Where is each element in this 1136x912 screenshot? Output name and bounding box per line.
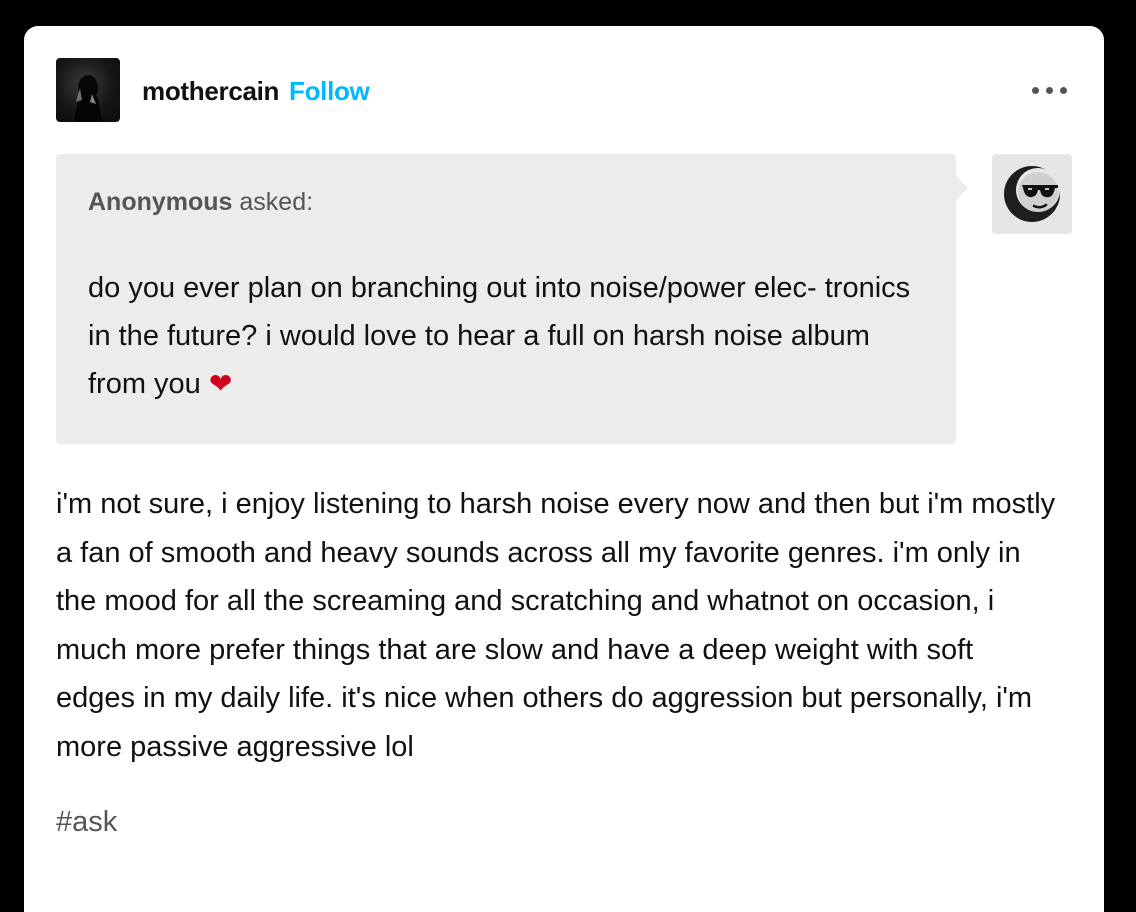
asked-label: asked: [239, 188, 314, 216]
heart-emoji: ❤ [208, 367, 233, 400]
ask-bubble: Anonymous asked: do you ever plan on bra… [56, 154, 968, 444]
blog-username[interactable]: mothercain [142, 76, 279, 107]
asker-line: Anonymous asked: [88, 188, 313, 217]
answer-text: i'm not sure, i enjoy listening to harsh… [56, 488, 1056, 763]
follow-button[interactable]: Follow [289, 76, 370, 107]
sunglasses-moon-icon [1004, 166, 1060, 222]
asker-name: Anonymous [88, 188, 233, 216]
post-header: mothercain Follow [56, 58, 1072, 122]
question-text: do you ever plan on branching out into n… [88, 264, 918, 408]
ellipsis-icon[interactable] [1030, 78, 1070, 102]
tag-ask[interactable]: #ask [56, 806, 117, 839]
anonymous-avatar [992, 154, 1072, 234]
post-card: mothercain Follow Anonymous asked: do yo… [24, 26, 1104, 912]
blog-avatar[interactable] [56, 58, 120, 122]
hooded-figure-icon [74, 75, 102, 122]
